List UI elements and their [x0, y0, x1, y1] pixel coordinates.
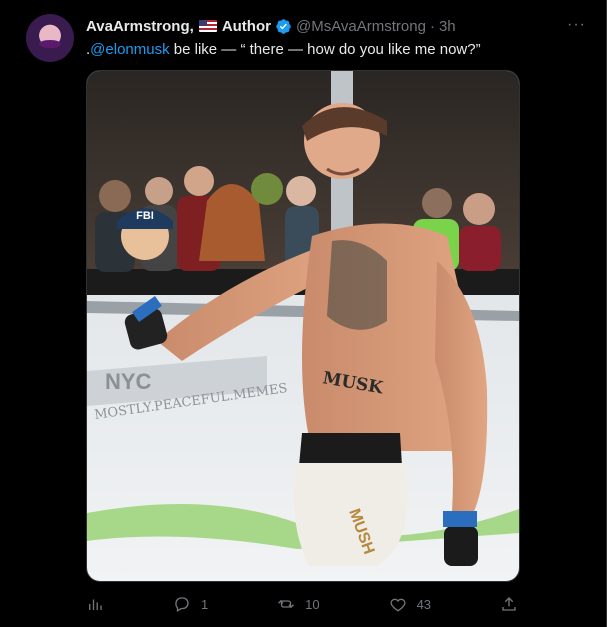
reply-icon	[175, 597, 189, 612]
timestamp[interactable]: 3h	[439, 18, 456, 35]
avatar[interactable]	[26, 14, 74, 62]
display-name-suffix[interactable]: Author	[222, 18, 271, 35]
display-name[interactable]: AvaArmstrong,	[86, 18, 194, 35]
verified-badge-icon	[276, 18, 291, 34]
tweet-text: .@elonmusk be like — “ there — how do yo…	[86, 40, 481, 60]
views-action[interactable]	[86, 595, 104, 613]
like-action[interactable]: 43	[389, 595, 431, 613]
separator: ·	[429, 17, 435, 35]
share-icon	[502, 597, 516, 611]
octagon-text: NYC	[105, 369, 152, 394]
share-action[interactable]	[500, 595, 518, 613]
analytics-icon	[89, 599, 102, 610]
meme-image: NYC FBI MUSK MUSH MOSTLY.PEACEFUL.MEMES	[87, 71, 519, 581]
us-flag-icon	[198, 20, 217, 32]
tweet-header: AvaArmstrong, Author @MsAvaArmstrong · 3…	[86, 16, 456, 36]
more-icon[interactable]: ···	[567, 16, 586, 34]
retweet-action[interactable]: 10	[277, 595, 320, 613]
like-count: 43	[416, 596, 432, 612]
tweet-image[interactable]: NYC FBI MUSK MUSH MOSTLY.PEACEFUL.MEMES	[86, 70, 520, 582]
mention-link[interactable]: @elonmusk	[90, 41, 169, 58]
cap-text: FBI	[136, 210, 154, 222]
reply-action[interactable]: 1	[173, 595, 208, 613]
tweet-actions: 1 10 43	[86, 593, 518, 615]
heart-icon	[390, 598, 406, 612]
retweet-icon	[278, 600, 295, 608]
retweet-count: 10	[305, 596, 320, 612]
tweet-text-body: be like — “ there — how do you like me n…	[169, 41, 481, 58]
tweet[interactable]: AvaArmstrong, Author @MsAvaArmstrong · 3…	[0, 0, 607, 627]
handle[interactable]: @MsAvaArmstrong	[296, 18, 426, 35]
reply-count: 1	[200, 596, 209, 612]
